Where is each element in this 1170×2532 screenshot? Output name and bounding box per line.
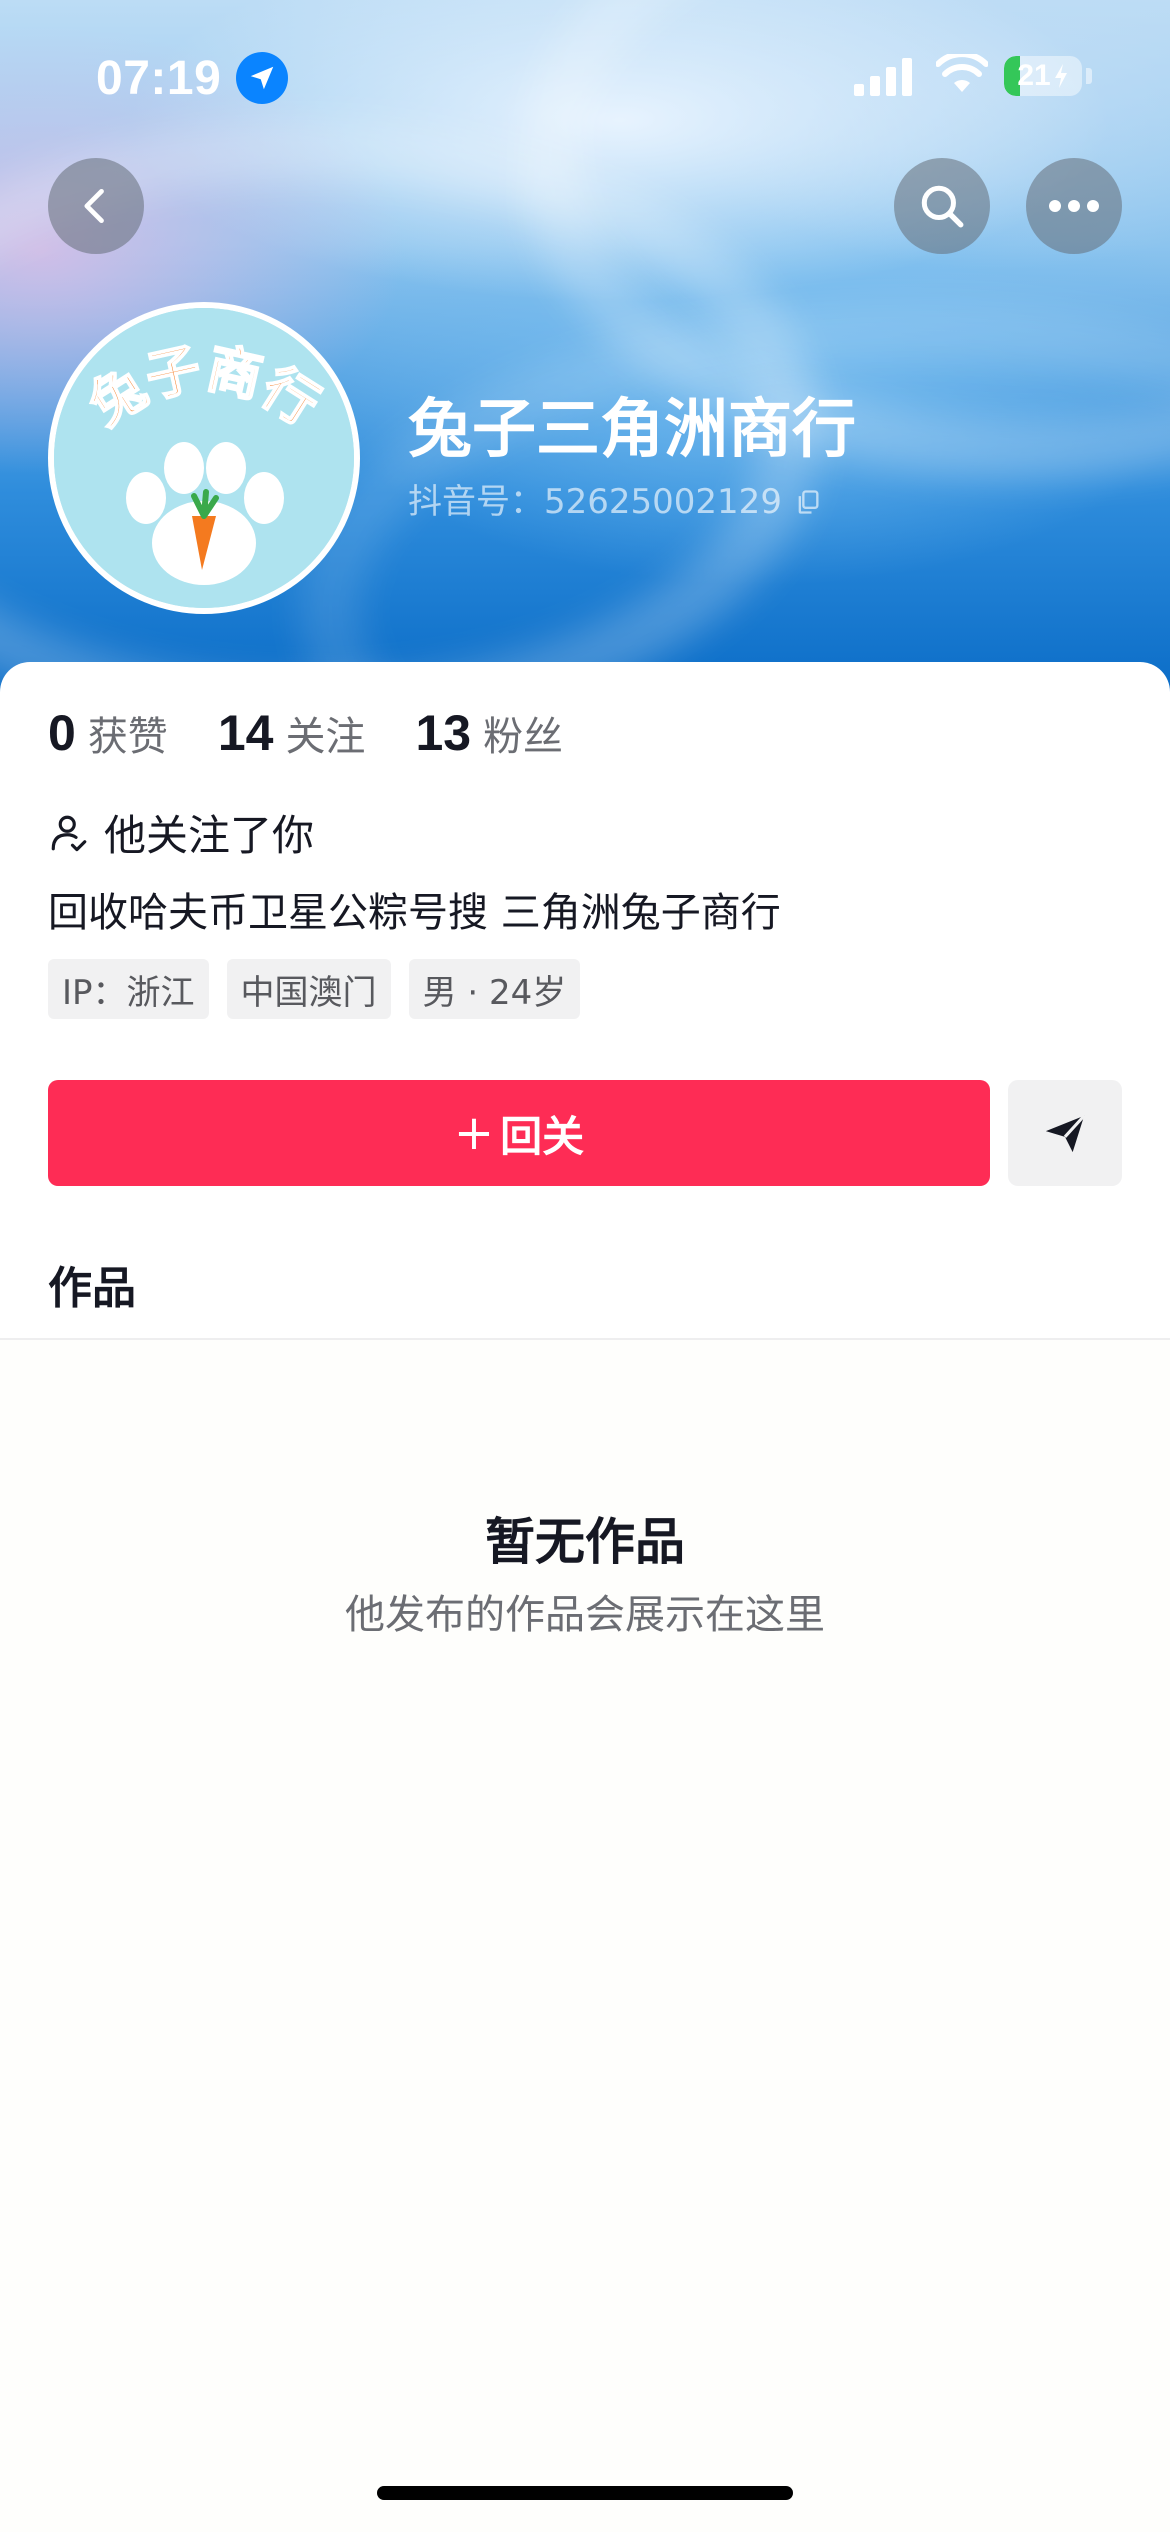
- search-icon: [921, 185, 964, 228]
- stat-value: 13: [415, 705, 472, 761]
- plus-icon: +: [453, 1105, 495, 1161]
- location-arrow-icon: [236, 52, 288, 104]
- user-follow-icon: [51, 815, 87, 851]
- douyin-id-text: 抖音号：52625002129: [408, 482, 782, 522]
- chevron-left-icon: [84, 188, 104, 224]
- back-button[interactable]: [48, 158, 144, 254]
- tab-works[interactable]: 作品: [48, 1252, 136, 1316]
- wifi-icon: [936, 54, 988, 92]
- more-button[interactable]: [1026, 158, 1122, 254]
- empty-works-title: 暂无作品: [485, 1513, 685, 1571]
- more-horizontal-icon: [1049, 200, 1099, 212]
- status-time: 07:19: [96, 51, 222, 105]
- stat-2[interactable]: 13 粉丝: [415, 704, 563, 762]
- profile-stats: 0 获赞 14 关注 13 粉丝: [48, 704, 613, 762]
- profile-tags: IP：浙江 中国澳门 男 · 24岁: [48, 959, 598, 1019]
- avatar[interactable]: 兔子商行: [48, 302, 360, 614]
- profile-card: 0 获赞 14 关注 13 粉丝 他关注了你 回收哈夫币卫星公粽号搜 三角洲兔子商行 IP…: [0, 662, 1170, 2532]
- stat-1[interactable]: 14 关注: [218, 704, 366, 762]
- follows-you-text: 他关注了你: [104, 811, 315, 860]
- copy-icon[interactable]: [794, 488, 822, 516]
- follow-back-button[interactable]: + 回关: [48, 1080, 990, 1186]
- stat-0[interactable]: 0 获赞: [48, 704, 168, 762]
- send-message-icon: [1045, 1114, 1086, 1153]
- follow-back-label: 回关: [500, 1111, 585, 1161]
- battery-icon: 21: [1004, 56, 1082, 96]
- battery-percent: 21: [1004, 56, 1082, 96]
- stat-value: 14: [217, 705, 274, 761]
- empty-works-subtitle: 他发布的作品会展示在这里: [345, 1592, 825, 1638]
- search-button[interactable]: [894, 158, 990, 254]
- cellular-signal-icon: [854, 58, 912, 96]
- stat-value: 0: [48, 705, 76, 761]
- douyin-id[interactable]: 抖音号：52625002129: [408, 480, 822, 524]
- stat-label: 关注: [285, 714, 366, 760]
- home-indicator[interactable]: [377, 2486, 793, 2500]
- send-message-button[interactable]: [1008, 1080, 1122, 1186]
- profile-bio: 回收哈夫币卫星公粽号搜 三角洲兔子商行: [48, 890, 781, 936]
- profile-name: 兔子三角洲商行: [408, 393, 856, 467]
- profile-page: 07:19 21 兔子商行 兔子三角洲商行 抖音号：52625002129 0 …: [0, 0, 1170, 2532]
- avatar-image: 兔子商行: [54, 308, 354, 608]
- stat-label: 粉丝: [483, 714, 564, 760]
- follows-you-note: 他关注了你: [48, 802, 314, 863]
- tag-gender-age[interactable]: 男 · 24岁: [408, 959, 581, 1019]
- battery-nub: [1086, 68, 1092, 84]
- stat-label: 获赞: [87, 714, 168, 760]
- tag-region[interactable]: 中国澳门: [226, 959, 391, 1019]
- tag-ip-location[interactable]: IP：浙江: [48, 959, 209, 1019]
